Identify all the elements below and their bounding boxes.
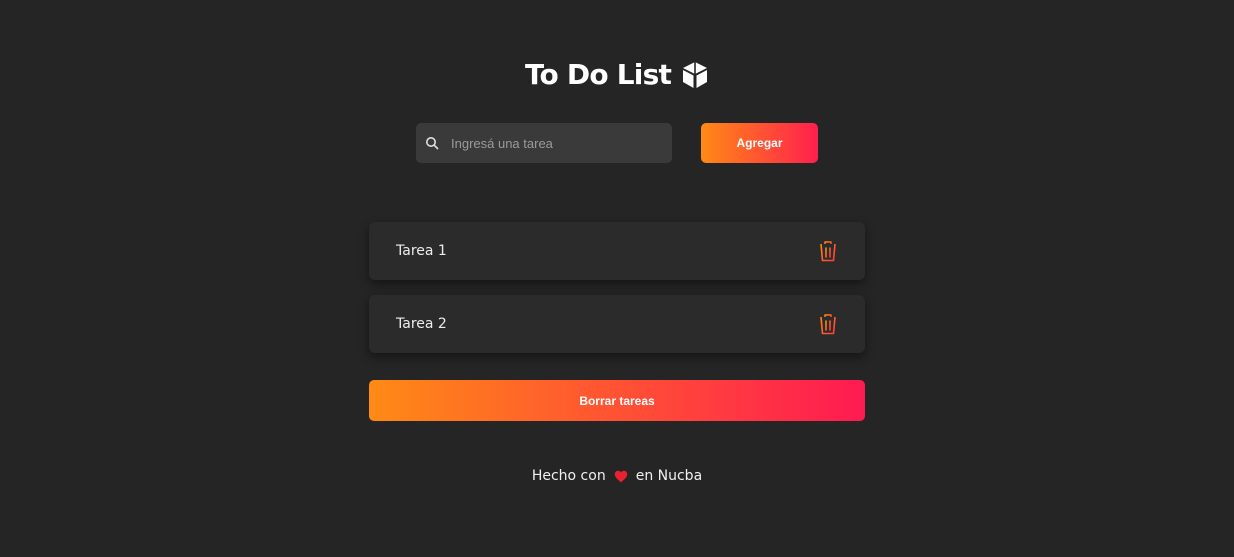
cube-icon xyxy=(681,60,709,90)
footer: Hecho con en Nucba xyxy=(0,468,1234,484)
add-task-button[interactable]: Agregar xyxy=(701,123,818,163)
page-title: To Do List xyxy=(0,58,1234,91)
task-list: Tarea 1 Tarea 2 xyxy=(369,222,865,368)
trash-icon[interactable] xyxy=(817,239,839,263)
footer-prefix: Hecho con xyxy=(531,468,606,484)
task-label: Tarea 1 xyxy=(396,243,447,259)
heart-icon xyxy=(614,470,628,483)
page-title-text: To Do List xyxy=(524,58,672,91)
app-page: To Do List Agregar Tarea 1 xyxy=(0,0,1234,557)
footer-suffix: en Nucba xyxy=(635,468,703,484)
trash-icon[interactable] xyxy=(817,312,839,336)
task-input[interactable] xyxy=(451,135,651,151)
task-label: Tarea 2 xyxy=(396,316,447,332)
clear-tasks-button[interactable]: Borrar tareas xyxy=(369,380,865,421)
task-item: Tarea 1 xyxy=(369,222,865,280)
task-input-container[interactable] xyxy=(416,123,672,163)
task-item: Tarea 2 xyxy=(369,295,865,353)
search-icon xyxy=(425,136,439,150)
